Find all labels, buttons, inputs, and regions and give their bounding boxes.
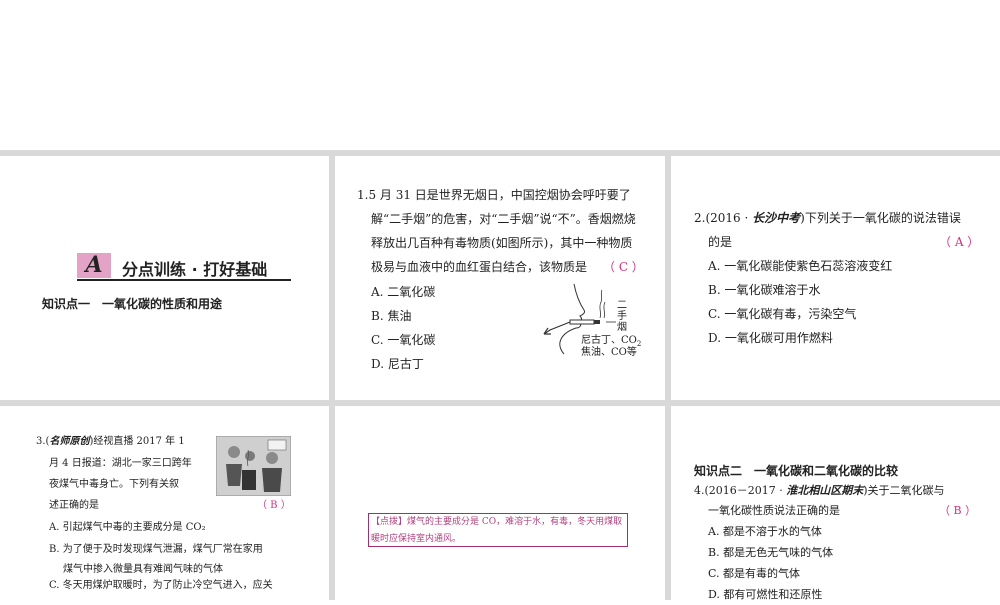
person-body [262,468,282,492]
q1-option: A. 二氧化碳 [371,285,436,299]
tip-label: 【点拨】 [371,517,408,527]
q3-option: C. 冬天用煤炉取暖时，为了防止冷空气进入，应关 [49,580,273,591]
q4-stem: 4.(2016－2017 · 淮北相山区期末)关于二氧化碳与 [694,481,945,501]
q3-prefix: 3.( [36,436,50,447]
q1-option: B. 焦油 [371,309,412,323]
q4-source: 淮北相山区期末 [786,484,864,497]
q2-option: A. 一氧化碳能使紫色石蕊溶液变红 [708,259,893,273]
family-illustration [216,436,291,496]
q4-stem-suffix: )关于二氧化碳与 [863,484,945,497]
q1-line: 极易与血液中的血红蛋白结合，该物质是 [371,260,588,274]
q2-option: C. 一氧化碳有毒，污染空气 [708,307,857,321]
q4-stem-prefix: 4.(2016－2017 · [694,484,787,497]
q3-line: )经视直播 2017 年 1 [89,436,185,447]
q4-answer: （ B ） [939,504,977,517]
q3-source: 名师原创 [49,436,90,447]
wall-sign [267,439,287,451]
smoke-wisp [599,289,603,319]
person-head [266,452,278,464]
tip-text: 煤气的主要成分是 CO，难溶于水，有毒，冬天用煤取暖时应保持室内通风。 [371,517,623,544]
q2-source: 长沙中考 [752,211,801,225]
cigarette-tip [594,320,600,324]
section-badge: A [77,253,111,278]
q3-option: B. 为了便于及时发现煤气泄漏，煤气厂常在家用 [49,544,263,555]
q1-line: 解“二手烟”的危害，对“二手烟”说“不”。香烟燃烧 [371,212,636,226]
knowledge-point-1: 知识点一 一氧化碳的性质和用途 [42,297,223,311]
q4-option: C. 都是有毒的气体 [708,567,801,580]
q4-option: B. 都是无色无气味的气体 [708,546,834,559]
person-head [228,446,240,458]
q1-answer: （ C ） [603,260,644,274]
q4-option: A. 都是不溶于水的气体 [708,525,822,538]
figure-label-line1-sub: 2 [636,340,642,348]
q1-option: D. 尼古丁 [371,357,424,371]
q3-answer: （ B ） [257,500,291,511]
q3-line: 述正确的是 [49,500,99,511]
figure-label-line2: 焦油、CO等 [581,347,637,358]
q2-stem: 2.(2016 · 长沙中考)下列关于一氧化碳的说法错误 [694,206,961,230]
q3-line: 月 4 日报道：湖北一家三口跨年 [49,458,192,469]
knowledge-point-2: 知识点二 一氧化碳和二氧化碳的比较 [694,464,899,478]
panel-tip [335,406,665,600]
q2-answer: （ A ） [939,235,980,249]
cigarette [569,319,595,325]
q4-option: D. 都有可燃性和还原性 [708,588,823,601]
q1-option: C. 一氧化碳 [371,333,436,347]
q2-line2: 的是 [708,235,733,249]
q2-option: D. 一氧化碳可用作燃料 [708,331,833,345]
q3-line: 夜煤气中毒身亡。下列有关叙 [49,479,179,490]
q3-option: A. 引起煤气中毒的主要成分是 CO₂ [49,522,206,533]
smoke-wisp [603,301,606,319]
q1-line: 释放出几百种有毒物质(如图所示)，其中一种物质 [371,236,633,250]
q4-line2: 一氧化碳性质说法正确的是 [708,504,840,517]
person-body [226,464,242,486]
q2-option: B. 一氧化碳难溶于水 [708,283,821,297]
person-head [245,451,255,461]
q1-line: 1.5 月 31 日是世界无烟日，中国控烟协会呼吁要了 [357,188,631,202]
section-underline [77,279,291,281]
section-title: 分点训练 · 打好基础 [122,260,268,279]
q2-stem-prefix: 2.(2016 · [694,211,753,225]
stove [242,470,256,490]
q2-stem-suffix: )下列关于一氧化碳的说法错误 [800,211,961,225]
q3-stem: 3.(名师原创)经视直播 2017 年 1 [36,432,185,452]
tip-box: 【点拨】煤气的主要成分是 CO，难溶于水，有毒，冬天用煤取暖时应保持室内通风。 [368,513,628,547]
